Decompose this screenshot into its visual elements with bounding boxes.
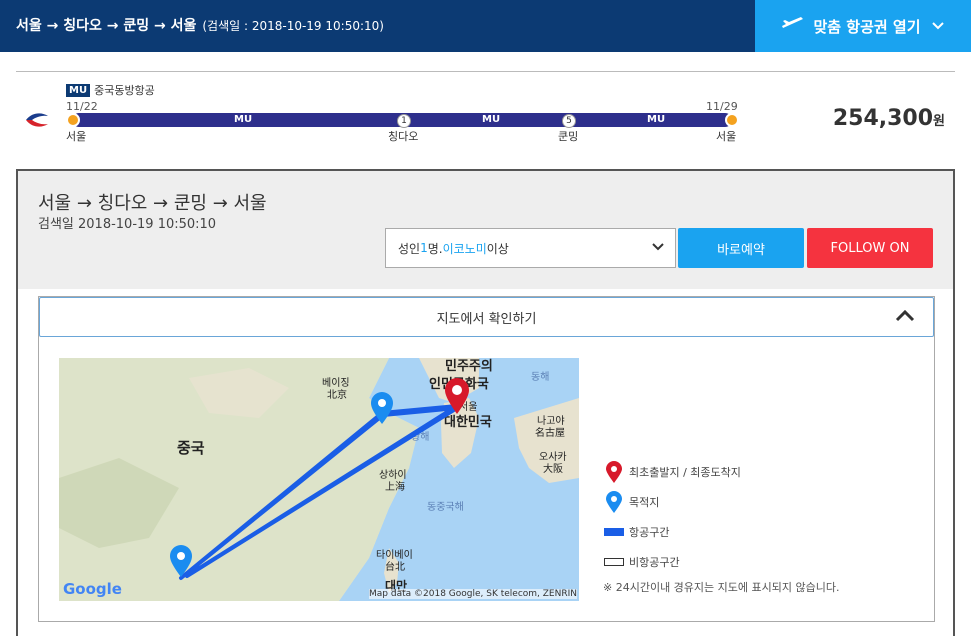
departure-date: 11/22 bbox=[66, 100, 98, 113]
chevron-down-icon bbox=[931, 17, 945, 35]
price-value: 254,300 bbox=[832, 106, 934, 131]
map-label: 민주주의 bbox=[445, 358, 493, 374]
airline-logo-icon bbox=[24, 108, 50, 132]
segment-carrier-label: MU bbox=[482, 114, 501, 125]
chevron-down-icon bbox=[651, 240, 665, 257]
map-label: 대한민국 bbox=[444, 414, 492, 430]
city-label: 쿤밍 bbox=[558, 130, 579, 143]
search-timestamp: (검색일 : 2018-10-19 10:50:10) bbox=[202, 19, 384, 33]
map-label: 大阪 bbox=[543, 462, 563, 475]
origin-node bbox=[66, 113, 80, 127]
carrier-code-badge: MU bbox=[66, 83, 91, 97]
map-label: 北京 bbox=[327, 388, 347, 401]
price-unit: 원 bbox=[933, 114, 945, 129]
legend-origin-label: 최초출발지 / 최종도착지 bbox=[629, 466, 741, 479]
map-label: 동중국해 bbox=[427, 500, 464, 513]
google-logo: Google bbox=[63, 580, 122, 598]
carrier-info: MU 중국동방항공 bbox=[66, 82, 155, 98]
legend-non-flight: 비항공구간 bbox=[603, 547, 741, 577]
origin-marker-icon bbox=[603, 461, 625, 483]
legend-flight: 항공구간 bbox=[603, 517, 741, 547]
destination-marker-icon bbox=[603, 491, 625, 513]
chevron-up-icon bbox=[895, 308, 915, 328]
legend-destination: 목적지 bbox=[603, 487, 741, 517]
route-map[interactable]: 민주주의 인민공화국 베이징 北京 중국 서울 대한민국 동해 황해 나고야 名… bbox=[59, 358, 579, 601]
map-label: 상하이 bbox=[379, 468, 407, 481]
map-label: 베이징 bbox=[322, 377, 350, 389]
route-text: 서울 → 칭다오 → 쿤밍 → 서울 bbox=[16, 18, 197, 34]
map-label: 중국 bbox=[177, 439, 205, 457]
city-label: 서울 bbox=[66, 130, 87, 143]
passenger-count: 1 bbox=[420, 241, 428, 255]
legend-note: ※ 24시간이내 경유지는 지도에 표시되지 않습니다. bbox=[603, 581, 840, 594]
detail-panel: 서울 → 칭다오 → 쿤밍 → 서울 검색일 2018-10-19 10:50:… bbox=[16, 169, 955, 636]
map-section: 지도에서 확인하기 민주주의 인민공화국 베이징 北京 중국 bbox=[38, 296, 935, 622]
carrier-name: 중국동방항공 bbox=[94, 84, 155, 97]
detail-search-time: 검색일 2018-10-19 10:50:10 bbox=[38, 217, 217, 232]
book-now-button[interactable]: 바로예약 bbox=[678, 228, 804, 268]
map-label: 上海 bbox=[385, 480, 405, 493]
price: 254,300원 bbox=[833, 106, 945, 131]
top-bar: 서울 → 칭다오 → 쿤밍 → 서울 (검색일 : 2018-10-19 10:5… bbox=[0, 0, 971, 52]
map-label: 동해 bbox=[531, 370, 549, 383]
map-label: 타이베이 bbox=[376, 549, 413, 561]
detail-title: 서울 → 칭다오 → 쿤밍 → 서울 bbox=[38, 193, 267, 214]
map-label: 오사카 bbox=[539, 451, 567, 463]
cabin-class: 이코노미 bbox=[442, 241, 487, 256]
non-flight-segment-swatch-icon bbox=[603, 558, 625, 566]
open-button-label: 맞춤 항공권 열기 bbox=[813, 17, 921, 36]
passenger-cabin-select[interactable]: 성인 1 명. 이코노미 이상 bbox=[385, 228, 676, 268]
legend-flight-label: 항공구간 bbox=[629, 526, 670, 539]
map-label: 나고야 bbox=[537, 415, 565, 427]
map-canvas: 민주주의 인민공화국 베이징 北京 중국 서울 대한민국 동해 황해 나고야 名… bbox=[59, 358, 579, 601]
flight-segment-swatch-icon bbox=[603, 528, 625, 536]
city-label: 서울 bbox=[716, 130, 737, 143]
city-label: 칭다오 bbox=[388, 130, 419, 143]
map-toggle-button[interactable]: 지도에서 확인하기 bbox=[39, 297, 934, 337]
segment-carrier-label: MU bbox=[647, 114, 666, 125]
divider bbox=[16, 71, 955, 72]
return-date: 11/29 bbox=[706, 100, 738, 113]
open-custom-ticket-button[interactable]: 맞춤 항공권 열기 bbox=[755, 0, 971, 52]
stop-node-kunming: 5 bbox=[562, 114, 576, 128]
legend-non-flight-label: 비항공구간 bbox=[629, 556, 680, 569]
map-copyright: Map data ©2018 Google, SK telecom, ZENRI… bbox=[369, 589, 577, 599]
map-label: 台北 bbox=[385, 560, 405, 573]
map-toggle-label: 지도에서 확인하기 bbox=[436, 311, 537, 327]
select-prefix: 성인 bbox=[398, 241, 421, 256]
legend-destination-label: 목적지 bbox=[629, 496, 660, 509]
map-legend: 최초출발지 / 최종도착지 목적지 항공구간 비항공구간 bbox=[603, 457, 741, 577]
legend-origin: 최초출발지 / 최종도착지 bbox=[603, 457, 741, 487]
select-suffix: 이상 bbox=[486, 241, 509, 256]
detail-header: 서울 → 칭다오 → 쿤밍 → 서울 검색일 2018-10-19 10:50:… bbox=[18, 171, 953, 289]
select-mid: 명. bbox=[427, 241, 443, 256]
destination-node bbox=[725, 113, 739, 127]
segment-carrier-label: MU bbox=[234, 114, 253, 125]
route-title: 서울 → 칭다오 → 쿤밍 → 서울 (검색일 : 2018-10-19 10:5… bbox=[16, 15, 384, 35]
airplane-icon bbox=[781, 16, 805, 36]
map-label: 名古屋 bbox=[535, 426, 565, 439]
follow-on-button[interactable]: FOLLOW ON bbox=[807, 228, 933, 268]
stop-node-qingdao: 1 bbox=[397, 114, 411, 128]
